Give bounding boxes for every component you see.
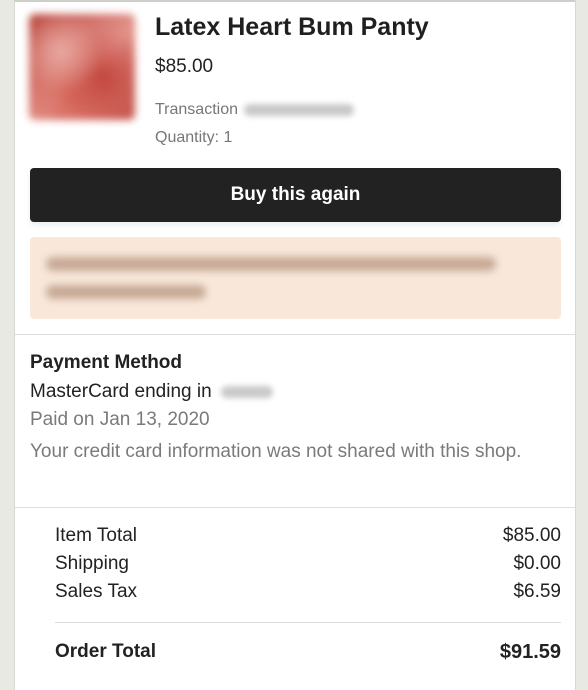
order-detail-card: Latex Heart Bum Panty $85.00 Transaction… — [14, 0, 576, 690]
item-total-row: Item Total $85.00 — [55, 525, 561, 547]
section-divider — [15, 334, 575, 335]
card-label: MasterCard ending in — [30, 381, 212, 402]
transaction-label: Transaction — [155, 101, 238, 118]
shipping-row: Shipping $0.00 — [55, 553, 561, 575]
payment-method-heading: Payment Method — [30, 352, 183, 373]
card-digits-redacted — [220, 385, 273, 398]
item-total-value: $85.00 — [502, 525, 561, 546]
notice-line-redacted — [46, 285, 206, 299]
order-total-row: Order Total $91.59 — [55, 641, 561, 664]
review-notice-redacted — [30, 237, 561, 319]
product-thumbnail[interactable] — [29, 14, 135, 120]
sales-tax-value: $6.59 — [513, 581, 561, 602]
sales-tax-label: Sales Tax — [55, 581, 138, 602]
notice-line-redacted — [46, 257, 496, 271]
privacy-note: Your credit card information was not sha… — [30, 441, 522, 462]
buy-again-button[interactable]: Buy this again — [30, 168, 561, 222]
totals-divider — [55, 622, 561, 623]
sales-tax-row: Sales Tax $6.59 — [55, 581, 561, 603]
section-divider — [15, 507, 575, 508]
transaction-row: Transaction — [155, 101, 355, 119]
shipping-label: Shipping — [55, 553, 129, 574]
payment-card-row: MasterCard ending in — [30, 381, 273, 403]
top-shadow — [15, 0, 575, 2]
product-price: $85.00 — [155, 56, 214, 77]
order-total-value: $91.59 — [499, 641, 561, 663]
item-total-label: Item Total — [55, 525, 138, 546]
order-total-label: Order Total — [55, 641, 156, 662]
quantity-label: Quantity: 1 — [155, 129, 233, 146]
product-title[interactable]: Latex Heart Bum Panty — [155, 13, 429, 42]
paid-date: Paid on Jan 13, 2020 — [30, 409, 210, 430]
transaction-id-redacted — [244, 103, 355, 116]
shipping-value: $0.00 — [513, 553, 561, 574]
